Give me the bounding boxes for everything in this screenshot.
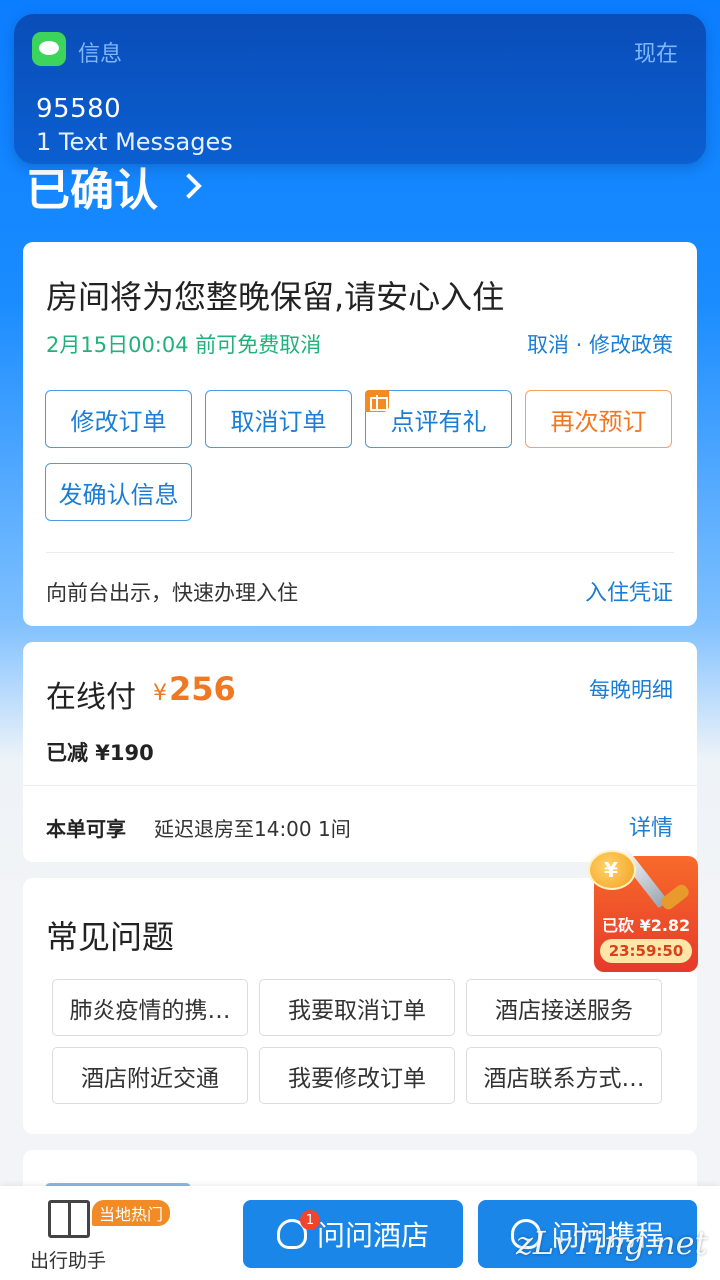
promo-countdown: 23:59:50	[600, 939, 692, 963]
payment-amount: ¥256	[153, 670, 236, 708]
coin-icon	[588, 850, 636, 890]
faq-item[interactable]: 我要取消订单	[259, 979, 455, 1036]
checkin-hint: 向前台出示，快速办理入住	[46, 581, 298, 605]
review-reward-label: 点评有礼	[390, 407, 487, 436]
travel-assistant-label: 出行助手	[30, 1250, 107, 1272]
send-confirmation-button[interactable]: 发确认信息	[45, 463, 192, 521]
payment-method-label: 在线付	[46, 680, 136, 715]
currency-symbol: ¥	[153, 681, 167, 706]
faq-item[interactable]: 我要修改订单	[259, 1047, 455, 1104]
perk-label: 本单可享	[46, 817, 126, 841]
notification-body: 1 Text Messages	[36, 128, 233, 156]
faq-item[interactable]: 肺炎疫情的携…	[52, 979, 248, 1036]
watermark: zLvTing.net	[516, 1224, 708, 1262]
reservation-title: 房间将为您整晚保留,请安心入住	[46, 278, 505, 316]
checkin-voucher-link[interactable]: 入住凭证	[585, 575, 673, 607]
faq-item[interactable]: 酒店联系方式…	[466, 1047, 662, 1104]
gift-icon	[365, 390, 389, 412]
ask-hotel-label: 问问酒店	[316, 1219, 429, 1252]
faq-item[interactable]: 酒店接送服务	[466, 979, 662, 1036]
faq-item[interactable]: 酒店附近交通	[52, 1047, 248, 1104]
reservation-card: 房间将为您整晚保留,请安心入住 2月15日00:04 前可免费取消 取消 · 修…	[23, 242, 697, 626]
bargain-amount: 已砍 ¥2.82	[602, 916, 691, 935]
divider	[23, 785, 697, 786]
ask-hotel-button[interactable]: 问问酒店	[243, 1200, 463, 1268]
bargain-promo-widget[interactable]: 已砍 ¥2.82 23:59:50	[588, 842, 698, 972]
perk-text: 延迟退房至14:00 1间	[154, 817, 351, 841]
chevron-right-icon	[176, 173, 202, 199]
review-reward-button[interactable]: 点评有礼	[365, 390, 512, 448]
unread-count-badge: 1	[300, 1210, 320, 1230]
cancel-order-button[interactable]: 取消订单	[205, 390, 352, 448]
sms-notification-banner[interactable]: 信息 现在 95580 1 Text Messages	[14, 14, 706, 164]
book-icon	[48, 1200, 90, 1238]
notification-time: 现在	[633, 42, 678, 67]
modify-order-button[interactable]: 修改订单	[45, 390, 192, 448]
notification-app-name: 信息	[78, 42, 123, 67]
nightly-detail-link[interactable]: 每晚明细	[589, 674, 673, 704]
amount-value: 256	[169, 670, 236, 708]
faq-title: 常见问题	[46, 918, 175, 956]
perk-detail-link[interactable]: 详情	[629, 810, 673, 842]
hot-badge: 当地热门	[92, 1200, 171, 1226]
rebook-button[interactable]: 再次预订	[525, 390, 672, 448]
free-cancel-deadline: 2月15日00:04 前可免费取消	[46, 333, 322, 357]
discount-amount: 已减 ¥190	[46, 741, 154, 765]
divider	[46, 552, 674, 553]
notification-sender: 95580	[36, 94, 122, 124]
cancel-policy-link[interactable]: 取消 · 修改政策	[527, 329, 673, 359]
payment-card: 在线付 ¥256 每晚明细 已减 ¥190 本单可享 延迟退房至14:00 1间…	[23, 642, 697, 862]
messages-app-icon	[32, 32, 66, 66]
